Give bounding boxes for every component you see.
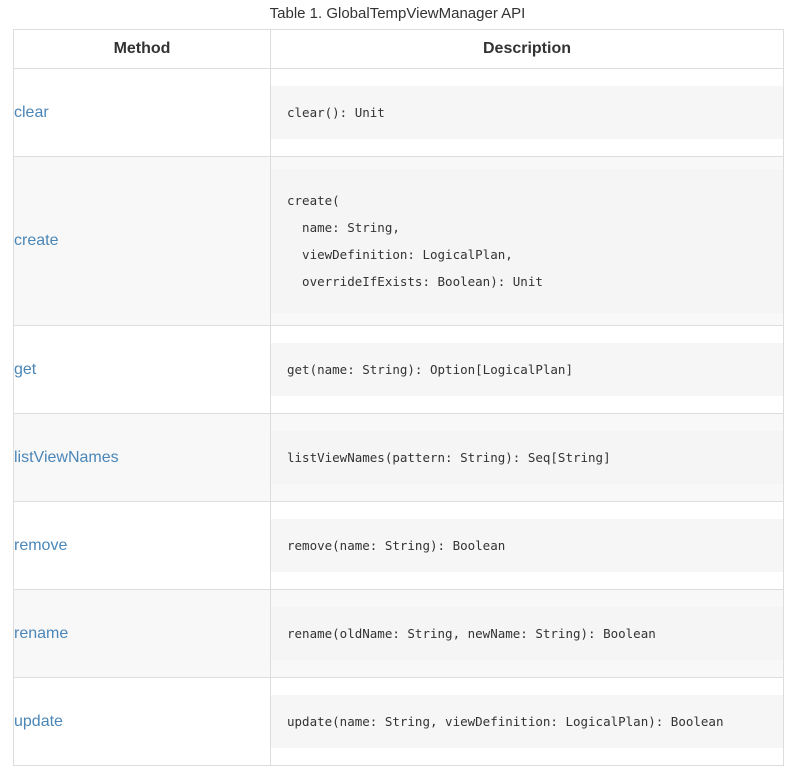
method-cell: remove [13, 501, 271, 590]
api-table: Method Description clear clear(): Unit c… [13, 29, 784, 766]
method-link-listviewnames[interactable]: listViewNames [14, 449, 119, 466]
code-block: clear(): Unit [271, 86, 783, 139]
description-cell: get(name: String): Option[LogicalPlan] [270, 325, 784, 414]
method-cell: listViewNames [13, 413, 271, 502]
code-block: get(name: String): Option[LogicalPlan] [271, 343, 783, 396]
column-header-description: Description [270, 29, 784, 69]
method-cell: get [13, 325, 271, 414]
table-caption: Table 1. GlobalTempViewManager API [269, 5, 526, 22]
description-cell: listViewNames(pattern: String): Seq[Stri… [270, 413, 784, 502]
method-cell: rename [13, 589, 271, 678]
table-row: listViewNames listViewNames(pattern: Str… [13, 413, 784, 502]
method-link-get[interactable]: get [14, 361, 36, 378]
method-link-clear[interactable]: clear [14, 104, 49, 121]
code-block: listViewNames(pattern: String): Seq[Stri… [271, 431, 783, 484]
table-header-row: Method Description [13, 29, 784, 69]
table-row: rename rename(oldName: String, newName: … [13, 589, 784, 678]
method-cell: clear [13, 68, 271, 157]
method-link-update[interactable]: update [14, 713, 63, 730]
column-header-method: Method [13, 29, 271, 69]
method-link-rename[interactable]: rename [14, 625, 68, 642]
description-cell: rename(oldName: String, newName: String)… [270, 589, 784, 678]
table-row: remove remove(name: String): Boolean [13, 501, 784, 590]
method-cell: update [13, 677, 271, 766]
code-block: remove(name: String): Boolean [271, 519, 783, 572]
code-block: create( name: String, viewDefinition: Lo… [271, 169, 783, 313]
description-cell: remove(name: String): Boolean [270, 501, 784, 590]
method-cell: create [13, 156, 271, 326]
method-link-remove[interactable]: remove [14, 537, 67, 554]
table-row: get get(name: String): Option[LogicalPla… [13, 325, 784, 414]
table-row: update update(name: String, viewDefiniti… [13, 677, 784, 766]
table-row: create create( name: String, viewDefinit… [13, 156, 784, 326]
code-block: update(name: String, viewDefinition: Log… [271, 695, 783, 748]
code-block: rename(oldName: String, newName: String)… [271, 607, 783, 660]
description-cell: create( name: String, viewDefinition: Lo… [270, 156, 784, 326]
description-cell: clear(): Unit [270, 68, 784, 157]
table-row: clear clear(): Unit [13, 68, 784, 157]
description-cell: update(name: String, viewDefinition: Log… [270, 677, 784, 766]
method-link-create[interactable]: create [14, 232, 58, 249]
